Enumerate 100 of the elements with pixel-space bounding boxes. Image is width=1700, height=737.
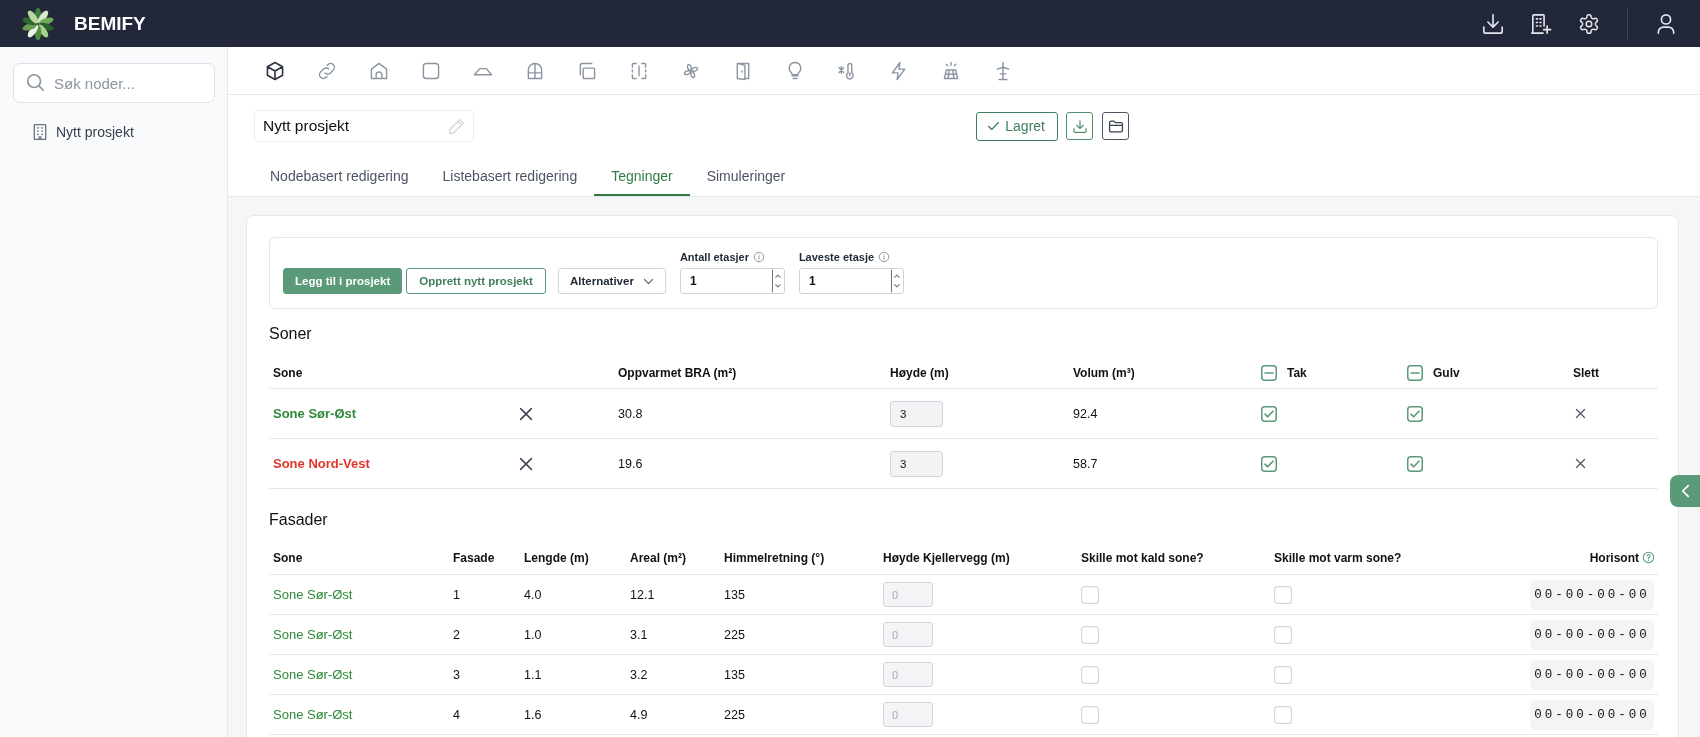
table-cell: 1.1: [524, 667, 542, 682]
table-cell: 92.4: [1073, 406, 1098, 421]
info-icon: [879, 252, 890, 262]
project-name-field[interactable]: Nytt prosjekt: [254, 110, 474, 142]
table-cell: 1.6: [524, 707, 542, 722]
new-project-button[interactable]: Opprett nytt prosjekt: [406, 268, 546, 294]
sidebar-item[interactable]: Nytt prosjekt: [13, 117, 215, 147]
zone-link[interactable]: Sone Sør-Øst: [273, 707, 353, 722]
table-cell: 135: [724, 587, 745, 602]
zone-link[interactable]: Sone Sør-Øst: [273, 587, 353, 602]
collapse-panel-button[interactable]: [1670, 475, 1700, 507]
column-header: Lengde (m): [524, 550, 589, 565]
download-icon[interactable]: [1483, 13, 1503, 34]
mast-icon[interactable]: [994, 61, 1012, 80]
column-header: Høyde Kjellervegg (m): [883, 550, 1010, 565]
column-header: Gulv: [1433, 365, 1460, 380]
table-cell: 3: [453, 667, 460, 682]
bulb-icon[interactable]: [786, 61, 804, 80]
table-cell: 12.1: [630, 587, 655, 602]
cross-icon[interactable]: [1576, 459, 1585, 468]
height-field[interactable]: 3: [890, 400, 943, 427]
tab[interactable]: Simuleringer: [689, 156, 803, 196]
checkbox[interactable]: [1407, 405, 1423, 422]
folder-icon: [1108, 119, 1123, 133]
table-cell: 4: [453, 707, 460, 722]
column-header: Skille mot kald sone?: [1081, 550, 1204, 565]
door-icon[interactable]: [734, 61, 752, 80]
table-cell: 3.2: [630, 667, 648, 682]
alternatives-dropdown[interactable]: Alternativer: [557, 268, 666, 294]
help-icon[interactable]: [1643, 552, 1654, 563]
user-icon[interactable]: [1656, 13, 1676, 34]
download-icon: [1072, 119, 1087, 133]
section-title: Fasader: [269, 510, 329, 530]
folder-button[interactable]: [1102, 112, 1129, 140]
column-header: Slett: [1573, 365, 1599, 380]
checkbox[interactable]: [1261, 364, 1277, 381]
checkbox[interactable]: [1261, 405, 1277, 422]
column-header: Sone: [273, 550, 303, 565]
horizon-field[interactable]: 00-00-00-00: [1530, 619, 1654, 650]
horizon-field[interactable]: 00-00-00-00: [1530, 699, 1654, 730]
table-cell: 3.1: [630, 627, 648, 642]
table-cell: 2: [453, 627, 460, 642]
building-icon: [33, 124, 47, 140]
house-icon[interactable]: [370, 61, 388, 80]
table-cell: 30.8: [618, 406, 643, 421]
horizon-field[interactable]: 00-00-00-00: [1530, 659, 1654, 690]
table-cell: 4.0: [524, 587, 542, 602]
section-title: Soner: [269, 324, 313, 344]
column-header: Sone: [273, 365, 303, 380]
lightning-icon[interactable]: [890, 61, 908, 80]
spinner-icon[interactable]: [771, 269, 783, 293]
tab[interactable]: Nodebasert redigering: [253, 156, 426, 196]
link-icon[interactable]: [318, 61, 336, 80]
saved-button[interactable]: Lagret: [976, 111, 1058, 141]
column-header: Areal (m²): [630, 550, 686, 565]
cube-icon[interactable]: [266, 61, 284, 80]
table-cell: 1.0: [524, 627, 542, 642]
table-cell: 19.6: [618, 456, 643, 471]
table-cell: 1: [453, 587, 460, 602]
field-label: Antall etasjer: [679, 251, 749, 263]
number-field[interactable]: 1: [679, 268, 785, 294]
window-icon[interactable]: [526, 61, 544, 80]
table-cell: 58.7: [1073, 456, 1098, 471]
column-header: Fasade: [453, 550, 495, 565]
zone-link[interactable]: Sone Sør-Øst: [273, 667, 353, 682]
download-button[interactable]: [1066, 112, 1093, 140]
column-header: Tak: [1287, 365, 1307, 380]
checkbox[interactable]: [1407, 455, 1423, 472]
zone-name[interactable]: Sone Sør-Øst: [273, 406, 357, 421]
table-cell: 135: [724, 667, 745, 682]
chevron-down-icon: [643, 278, 653, 284]
cross-icon[interactable]: [1576, 409, 1585, 418]
spinner-icon[interactable]: [890, 269, 902, 293]
thermometer-icon[interactable]: [838, 61, 856, 80]
checkbox[interactable]: [1407, 364, 1423, 381]
solar-panel-icon[interactable]: [942, 61, 960, 80]
search-field[interactable]: Søk noder...: [13, 63, 215, 103]
info-icon: [753, 252, 764, 262]
checkbox[interactable]: [1261, 455, 1277, 472]
app-name: BEMIFY: [74, 12, 146, 35]
cross-icon[interactable]: [520, 457, 532, 470]
tab[interactable]: Listebasert redigering: [425, 156, 595, 196]
fan-icon[interactable]: [682, 61, 700, 80]
table-cell: 225: [724, 707, 745, 722]
column-header: Volum (m³): [1073, 365, 1135, 380]
height-field[interactable]: 3: [890, 450, 943, 477]
column-header: Oppvarmet BRA (m²): [618, 365, 737, 380]
settings-icon[interactable]: [1579, 13, 1599, 34]
chevron-left-icon: [1681, 485, 1689, 497]
number-field[interactable]: 1: [798, 268, 904, 294]
column-header: Himmelretning (°): [724, 550, 825, 565]
layers-icon[interactable]: [578, 61, 596, 80]
zone-link[interactable]: Sone Sør-Øst: [273, 627, 353, 642]
building-add-icon[interactable]: [1531, 13, 1551, 34]
table-cell: 4.9: [630, 707, 648, 722]
table-cell: 225: [724, 627, 745, 642]
zone-name[interactable]: Sone Nord-Vest: [273, 456, 370, 471]
cross-icon[interactable]: [520, 407, 532, 420]
horizon-field[interactable]: 00-00-00-00: [1530, 579, 1654, 610]
column-header: Horisont: [1589, 550, 1639, 565]
